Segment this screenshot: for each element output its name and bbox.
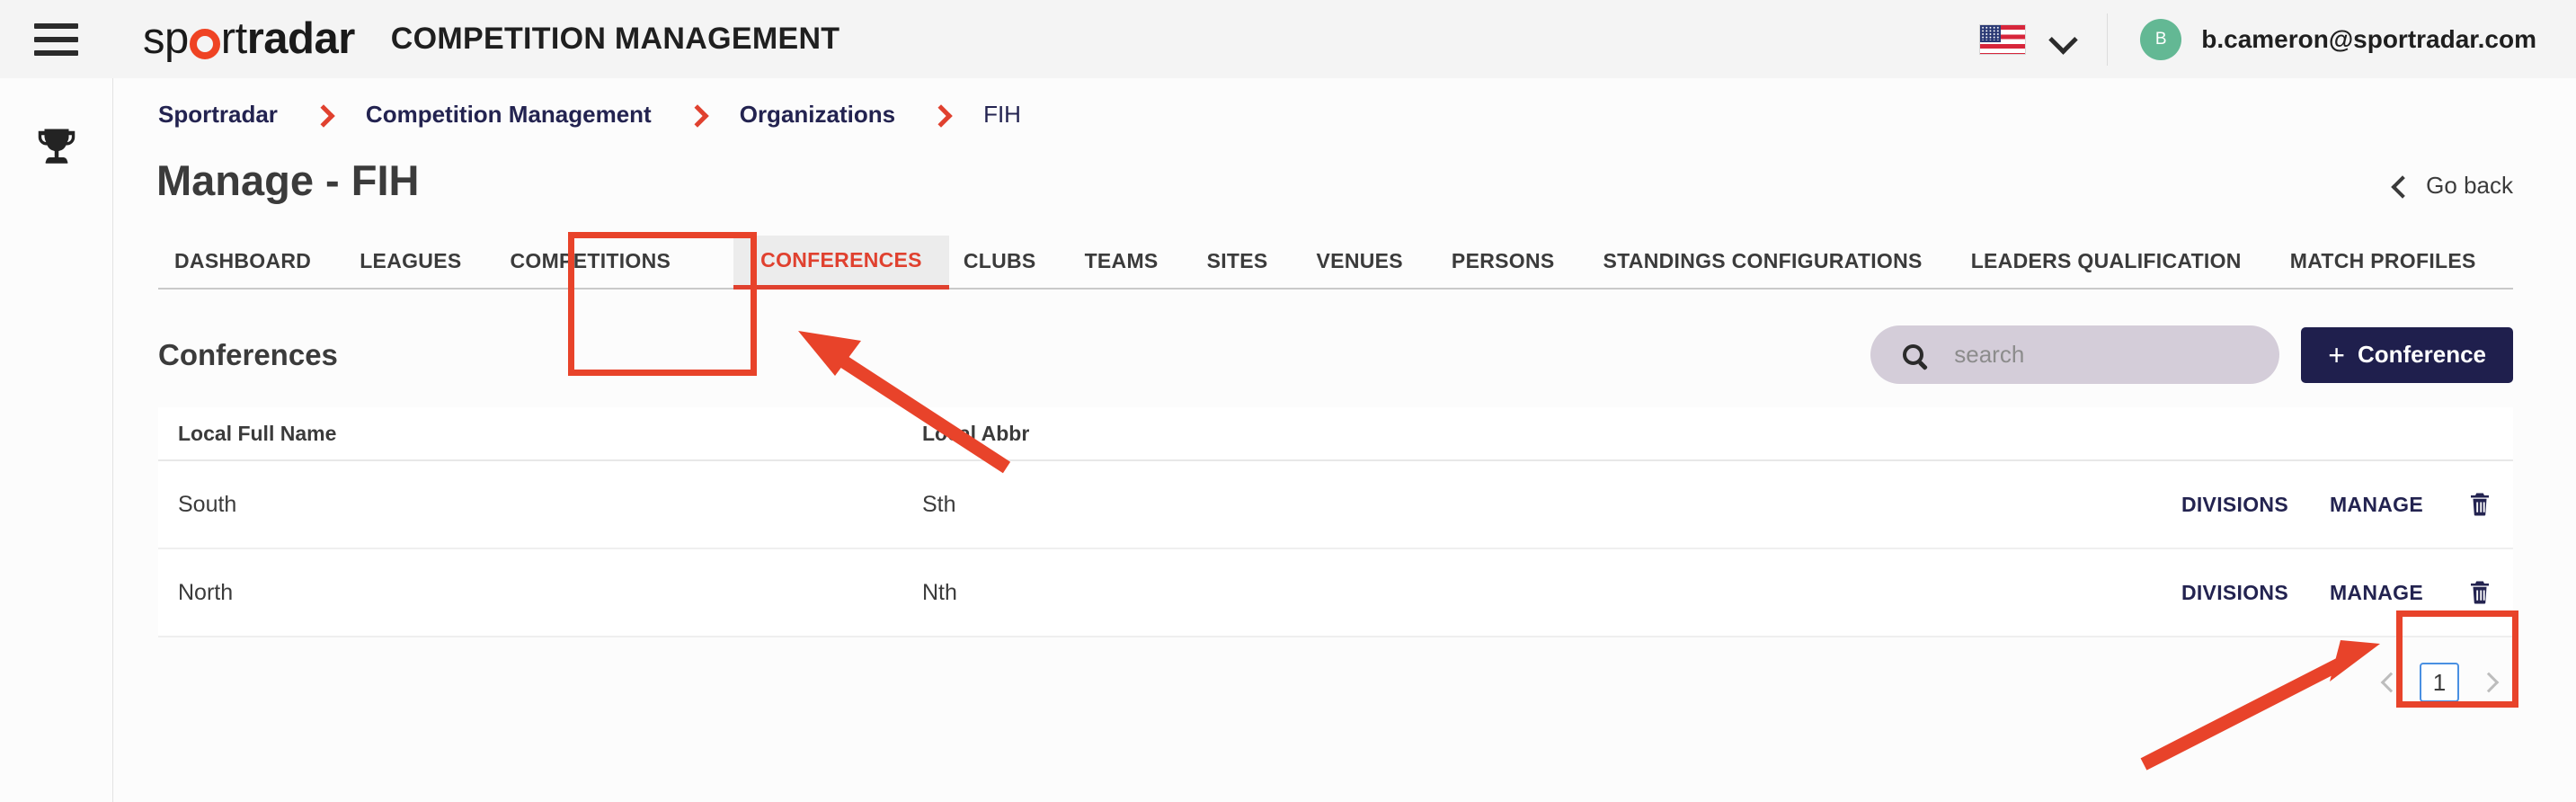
tab-conferences[interactable]: CONFERENCES bbox=[733, 236, 949, 290]
trophy-icon[interactable] bbox=[0, 125, 112, 174]
tab-bar: DASHBOARD LEAGUES COMPETITIONS CONFERENC… bbox=[158, 236, 2513, 290]
manage-link[interactable]: MANAGE bbox=[2330, 493, 2423, 517]
chevron-right-icon bbox=[315, 108, 328, 120]
search-input[interactable]: search bbox=[1870, 325, 2280, 384]
search-icon bbox=[1903, 344, 1924, 365]
logo-mark: sp rt radar bbox=[143, 17, 355, 61]
manage-link[interactable]: MANAGE bbox=[2330, 581, 2423, 605]
breadcrumb-item-competition-management[interactable]: Competition Management bbox=[366, 101, 652, 129]
cell-local-abbr: Nth bbox=[922, 579, 957, 605]
tab-persons[interactable]: PERSONS bbox=[1452, 249, 1555, 288]
breadcrumb-item-organizations[interactable]: Organizations bbox=[740, 101, 895, 129]
column-header-local-full-name: Local Full Name bbox=[178, 421, 337, 445]
tab-clubs[interactable]: CLUBS bbox=[964, 249, 1036, 288]
chevron-right-icon bbox=[689, 108, 702, 120]
divisions-link[interactable]: DIVISIONS bbox=[2181, 581, 2288, 605]
tab-teams[interactable]: TEAMS bbox=[1085, 249, 1159, 288]
page-title: Manage - FIH bbox=[156, 156, 420, 204]
left-sidebar bbox=[0, 78, 113, 802]
app-title: COMPETITION MANAGEMENT bbox=[390, 22, 840, 56]
breadcrumb-item-sportradar[interactable]: Sportradar bbox=[158, 101, 278, 129]
chevron-down-icon[interactable] bbox=[2051, 28, 2074, 51]
section-tools: search + Conference bbox=[1870, 325, 2513, 384]
plus-icon: + bbox=[2328, 338, 2345, 371]
tab-standings-configurations[interactable]: STANDINGS CONFIGURATIONS bbox=[1603, 249, 1923, 288]
pagination-prev-icon[interactable] bbox=[2376, 671, 2400, 694]
breadcrumb: Sportradar Competition Management Organi… bbox=[113, 78, 2576, 150]
add-conference-label: Conference bbox=[2357, 341, 2486, 368]
tab-leaders-qualification[interactable]: LEADERS QUALIFICATION bbox=[1971, 249, 2242, 288]
pagination: 1 bbox=[113, 663, 2502, 702]
table-header-row: Local Full Name Local Abbr bbox=[158, 407, 2513, 461]
sportradar-logo[interactable]: sp rt radar COMPETITION MANAGEMENT bbox=[143, 17, 839, 61]
divider bbox=[2107, 13, 2109, 66]
tab-dashboard[interactable]: DASHBOARD bbox=[174, 249, 311, 288]
cell-local-abbr: Sth bbox=[922, 491, 956, 517]
hamburger-icon[interactable] bbox=[34, 22, 78, 56]
cell-local-full-name: North bbox=[178, 579, 234, 605]
pagination-page-1[interactable]: 1 bbox=[2420, 663, 2459, 702]
app-root: sp rt radar COMPETITION MANAGEMENT B b.c… bbox=[0, 0, 2576, 802]
column-header-local-abbr: Local Abbr bbox=[922, 421, 1030, 445]
breadcrumb-item-fih: FIH bbox=[983, 100, 1021, 128]
chevron-left-icon bbox=[2392, 179, 2406, 193]
section-header: Conferences search + Conference bbox=[113, 325, 2576, 384]
add-conference-button[interactable]: + Conference bbox=[2301, 326, 2513, 383]
search-placeholder: search bbox=[1954, 341, 2025, 368]
logo-text-part1: sp bbox=[143, 14, 189, 63]
tab-match-profiles[interactable]: MATCH PROFILES bbox=[2290, 249, 2476, 288]
trash-icon[interactable] bbox=[2466, 579, 2493, 606]
row-actions: DIVISIONS MANAGE bbox=[2136, 579, 2513, 606]
tab-competitions[interactable]: COMPETITIONS bbox=[511, 249, 671, 288]
logo-text-part3: radar bbox=[246, 14, 356, 63]
go-back-button[interactable]: Go back bbox=[2392, 172, 2513, 200]
section-title: Conferences bbox=[158, 337, 338, 371]
trash-icon[interactable] bbox=[2466, 491, 2493, 518]
logo-text-part2: rt bbox=[220, 14, 247, 63]
top-bar: sp rt radar COMPETITION MANAGEMENT B b.c… bbox=[0, 0, 2576, 78]
row-actions: DIVISIONS MANAGE bbox=[2136, 491, 2513, 518]
tab-sites[interactable]: SITES bbox=[1207, 249, 1268, 288]
chevron-right-icon bbox=[933, 108, 946, 120]
tab-leagues[interactable]: LEAGUES bbox=[360, 249, 461, 288]
avatar[interactable]: B bbox=[2140, 18, 2182, 60]
user-email[interactable]: b.cameron@sportradar.com bbox=[2201, 25, 2536, 54]
main-content: Sportradar Competition Management Organi… bbox=[113, 78, 2576, 802]
logo-o-ring-icon bbox=[189, 28, 220, 59]
top-bar-right: B b.cameron@sportradar.com bbox=[1979, 0, 2576, 78]
table-row: South Sth DIVISIONS MANAGE bbox=[158, 461, 2513, 549]
divisions-link[interactable]: DIVISIONS bbox=[2181, 493, 2288, 517]
tab-venues[interactable]: VENUES bbox=[1317, 249, 1403, 288]
go-back-label: Go back bbox=[2426, 172, 2513, 199]
pagination-next-icon[interactable] bbox=[2479, 671, 2502, 694]
us-flag-icon[interactable] bbox=[1979, 23, 2027, 55]
conferences-table: Local Full Name Local Abbr South Sth DIV… bbox=[158, 407, 2513, 637]
page-header: Manage - FIH Go back bbox=[113, 150, 2576, 205]
table-row: North Nth DIVISIONS MANAGE bbox=[158, 549, 2513, 637]
cell-local-full-name: South bbox=[178, 491, 237, 517]
